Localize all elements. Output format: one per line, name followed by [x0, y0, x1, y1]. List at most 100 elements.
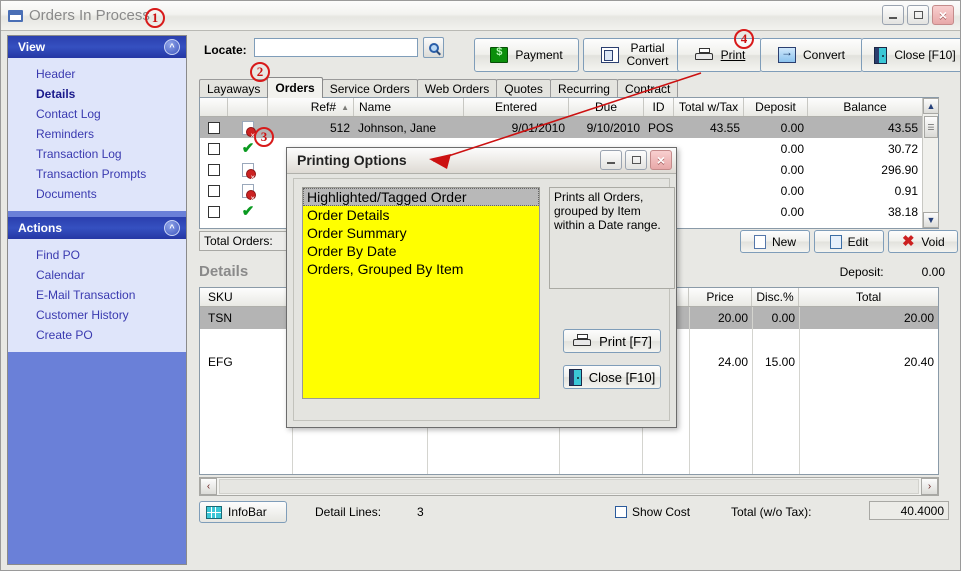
sidebar-item-create-po[interactable]: Create PO	[8, 325, 186, 345]
orders-col-ref[interactable]: Ref# ▲	[268, 98, 354, 116]
locate-label: Locate:	[204, 43, 247, 57]
details-horizontal-scrollbar[interactable]: ‹ ›	[199, 477, 939, 496]
scroll-up-icon[interactable]: ▲	[923, 98, 939, 114]
orders-col-balance[interactable]: Balance	[808, 98, 922, 116]
list-item[interactable]: Order Details	[303, 206, 539, 224]
orders-col-entered[interactable]: Entered	[464, 98, 569, 116]
tab-contract[interactable]: Contract	[616, 79, 679, 98]
sidebar-panel-view: View ^ Header Details Contact Log Remind…	[8, 36, 186, 211]
show-cost-checkbox[interactable]: Show Cost	[615, 505, 690, 519]
list-item[interactable]: Orders, Grouped By Item	[303, 260, 539, 278]
orders-grid-scrollbar[interactable]: ▲ ☰ ▼	[922, 98, 939, 228]
sidebar-item-email-transaction[interactable]: E-Mail Transaction	[8, 285, 186, 305]
tab-orders[interactable]: Orders	[267, 77, 323, 98]
sidebar-item-calendar[interactable]: Calendar	[8, 265, 186, 285]
locate-input[interactable]	[254, 38, 418, 57]
list-item[interactable]: Order Summary	[303, 224, 539, 242]
doc-error-icon	[242, 120, 256, 138]
tab-service-orders[interactable]: Service Orders	[321, 79, 418, 98]
close-f10-button[interactable]: Close [F10]	[861, 38, 960, 72]
window-maximize-button[interactable]	[907, 5, 929, 25]
doc-error-icon	[242, 183, 256, 201]
sidebar-item-reminders[interactable]: Reminders	[8, 124, 186, 144]
sidebar-item-contact-log[interactable]: Contact Log	[8, 104, 186, 124]
scroll-down-icon[interactable]: ▼	[923, 212, 939, 228]
void-button[interactable]: ✖ Void	[888, 230, 958, 253]
cell-balance: 0.91	[894, 183, 918, 198]
window-title: Orders In Process	[29, 7, 150, 24]
total-orders-label: Total Orders:	[204, 234, 273, 248]
orders-col-status[interactable]	[228, 98, 268, 116]
sidebar-panel-view-header[interactable]: View ^	[8, 36, 186, 58]
dialog-title: Printing Options	[297, 152, 407, 168]
annotation-3: 3	[254, 127, 274, 147]
tab-recurring[interactable]: Recurring	[549, 79, 618, 98]
cell-ref: 512	[329, 120, 350, 135]
convert-button[interactable]: Convert	[760, 38, 863, 72]
edit-button[interactable]: Edit	[814, 230, 884, 253]
scroll-right-icon[interactable]: ›	[921, 478, 938, 495]
row-checkbox[interactable]	[208, 142, 220, 155]
scrollbar-track[interactable]	[219, 479, 919, 494]
dialog-maximize-button[interactable]	[625, 150, 647, 170]
cell-deposit: 0.00	[780, 141, 804, 156]
orders-col-id[interactable]: ID	[644, 98, 674, 116]
window-close-button[interactable]: ×	[932, 5, 954, 25]
dialog-close-button[interactable]: ×	[650, 150, 672, 170]
infobar-button[interactable]: InfoBar	[199, 501, 287, 523]
sort-ascending-icon: ▲	[341, 102, 349, 112]
new-button[interactable]: New	[740, 230, 810, 253]
list-item[interactable]: Order By Date	[303, 242, 539, 260]
doc-error-icon	[242, 162, 256, 180]
table-row[interactable]: 512 Johnson, Jane 9/01/2010 9/10/2010 PO…	[200, 117, 938, 138]
details-col-disc[interactable]: Disc.%	[752, 288, 799, 306]
cell-deposit: 0.00	[780, 120, 804, 135]
cell-due: 9/10/2010	[586, 120, 640, 135]
scroll-left-icon[interactable]: ‹	[200, 478, 217, 495]
orders-col-due[interactable]: Due	[569, 98, 644, 116]
cell-deposit: 0.00	[780, 183, 804, 198]
orders-col-name[interactable]: Name	[354, 98, 464, 116]
dialog-close-f10-button[interactable]: Close [F10]	[563, 365, 661, 389]
print-option-list[interactable]: Highlighted/Tagged Order Order Details O…	[302, 187, 540, 399]
row-checkbox[interactable]	[208, 163, 220, 176]
row-checkbox[interactable]	[208, 121, 220, 134]
orders-col-check[interactable]	[200, 98, 228, 116]
details-col-total[interactable]: Total	[799, 288, 938, 306]
orders-col-total-w-tax[interactable]: Total w/Tax	[674, 98, 744, 116]
checkbox-box[interactable]	[615, 506, 627, 518]
details-col-price[interactable]: Price	[689, 288, 752, 306]
tab-web-orders[interactable]: Web Orders	[416, 79, 498, 98]
new-document-icon	[753, 234, 766, 249]
sidebar-panel-actions-header[interactable]: Actions ^	[8, 217, 186, 239]
dialog-print-button[interactable]: Print [F7]	[563, 329, 661, 353]
sidebar-item-customer-history[interactable]: Customer History	[8, 305, 186, 325]
chevron-up-icon[interactable]: ^	[164, 220, 180, 236]
sidebar-item-find-po[interactable]: Find PO	[8, 245, 186, 265]
sidebar-item-header[interactable]: Header	[8, 64, 186, 84]
orders-col-ref-label: Ref#	[310, 100, 337, 114]
partial-convert-button[interactable]: Partial Convert	[583, 38, 687, 72]
details-col-sku[interactable]: SKU	[200, 288, 292, 306]
sidebar-item-documents[interactable]: Documents	[8, 184, 186, 204]
toolbar: Locate: Payment Partial Convert Print	[191, 31, 960, 77]
close-icon: ×	[656, 152, 666, 168]
dialog-minimize-button[interactable]	[600, 150, 622, 170]
check-icon: ✔	[241, 203, 255, 220]
scrollbar-thumb[interactable]: ☰	[924, 116, 938, 138]
row-checkbox[interactable]	[208, 205, 220, 218]
row-checkbox[interactable]	[208, 184, 220, 197]
chevron-up-icon[interactable]: ^	[164, 39, 180, 55]
list-item[interactable]: Highlighted/Tagged Order	[303, 188, 539, 206]
tab-quotes[interactable]: Quotes	[496, 79, 551, 98]
payment-button[interactable]: Payment	[474, 38, 579, 72]
sidebar-item-transaction-prompts[interactable]: Transaction Prompts	[8, 164, 186, 184]
window-minimize-button[interactable]	[882, 5, 904, 25]
print-option-description: Prints all Orders, grouped by Item withi…	[549, 187, 675, 289]
orders-col-deposit[interactable]: Deposit	[744, 98, 808, 116]
sidebar-item-details[interactable]: Details	[8, 84, 186, 104]
sidebar-item-transaction-log[interactable]: Transaction Log	[8, 144, 186, 164]
locate-search-button[interactable]	[423, 37, 444, 58]
detail-lines-label: Detail Lines:	[315, 505, 382, 519]
dialog-body: Highlighted/Tagged Order Order Details O…	[293, 178, 675, 421]
